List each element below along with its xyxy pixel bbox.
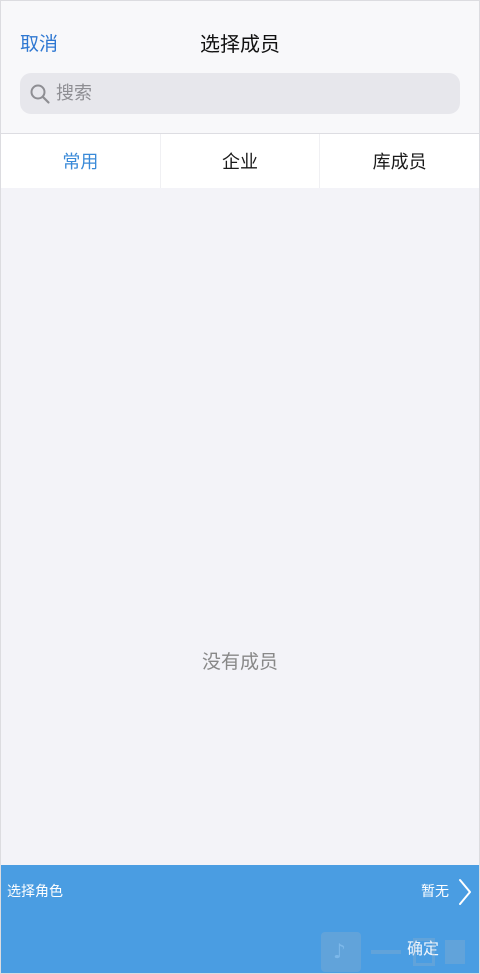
tab-frequent[interactable]: 常用	[1, 134, 161, 188]
member-picker-screen: 取消 选择成员 常用 企业 库成员 没有成员 选择角色 暂无 确定 ♪	[0, 0, 480, 974]
chevron-right-icon	[459, 879, 471, 905]
empty-state-message: 没有成员	[201, 651, 278, 673]
search-icon	[30, 84, 50, 104]
page-title: 选择成员	[200, 32, 280, 56]
tab-enterprise[interactable]: 企业	[161, 134, 321, 188]
confirm-button[interactable]: 确定	[407, 935, 439, 959]
search-input[interactable]	[56, 73, 446, 114]
select-role-label: 选择角色	[7, 884, 63, 900]
selected-role-value: 暂无	[421, 884, 449, 900]
tab-bar: 常用 企业 库成员	[1, 134, 479, 188]
header: 取消 选择成员	[1, 1, 479, 134]
select-role-row[interactable]: 选择角色 暂无	[1, 865, 479, 919]
bottom-action-bar: 选择角色 暂无 确定	[1, 865, 479, 973]
tab-library-members[interactable]: 库成员	[320, 134, 479, 188]
search-bar[interactable]	[20, 73, 460, 114]
